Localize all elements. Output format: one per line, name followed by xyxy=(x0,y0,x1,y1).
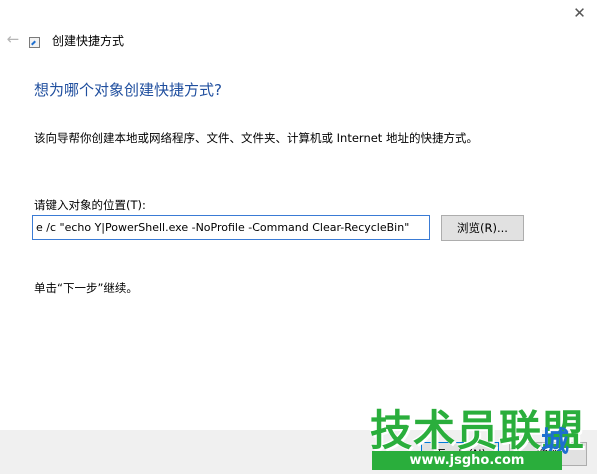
page-heading: 想为哪个对象创建快捷方式? xyxy=(34,81,222,99)
wizard-title: 创建快捷方式 xyxy=(52,34,125,48)
browse-button[interactable]: 浏览(R)... xyxy=(441,215,524,241)
location-input[interactable] xyxy=(32,215,430,240)
wizard-titlebar: ✕ ← 创建快捷方式 xyxy=(0,0,597,60)
close-icon[interactable]: ✕ xyxy=(562,0,597,26)
watermark-url: www.jsgho.com xyxy=(372,451,562,470)
back-arrow-icon[interactable]: ← xyxy=(2,30,24,48)
continue-hint: 单击“下一步”继续。 xyxy=(34,281,138,295)
shortcut-icon xyxy=(29,37,40,48)
location-label: 请键入对象的位置(T): xyxy=(34,198,146,212)
wizard-description: 该向导帮你创建本地或网络程序、文件、文件夹、计算机或 Internet 地址的快… xyxy=(34,131,478,145)
